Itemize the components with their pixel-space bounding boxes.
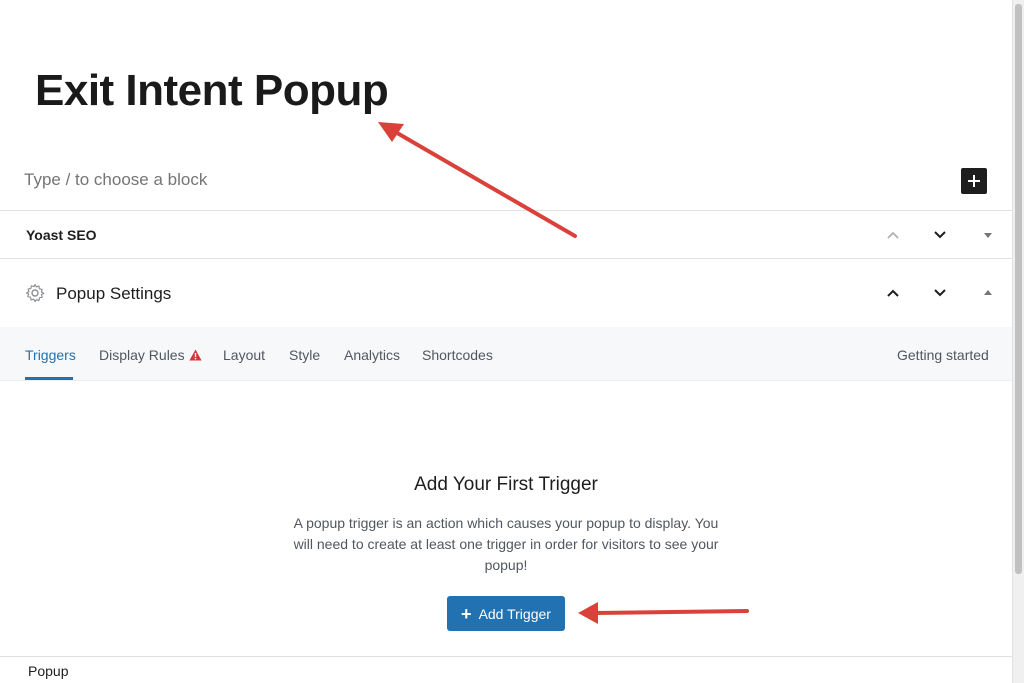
getting-started-link[interactable]: Getting started — [897, 347, 989, 363]
caret-up-icon — [984, 290, 992, 295]
post-title[interactable]: Exit Intent Popup — [35, 66, 389, 116]
tab-analytics[interactable]: Analytics — [344, 347, 400, 363]
toggle-panel-button-yoast[interactable] — [977, 224, 999, 246]
add-trigger-label: Add Trigger — [478, 605, 551, 622]
editor-footer: Popup — [0, 656, 1012, 683]
caret-down-icon — [984, 233, 992, 238]
move-up-button-yoast[interactable] — [882, 224, 904, 246]
move-down-button-yoast[interactable] — [929, 224, 951, 246]
block-appender[interactable]: Type / to choose a block — [24, 170, 207, 190]
chevron-down-icon — [934, 289, 946, 297]
toggle-panel-button-popup[interactable] — [977, 282, 999, 304]
move-down-button-popup[interactable] — [929, 282, 951, 304]
breadcrumb-popup[interactable]: Popup — [28, 663, 68, 679]
metabox-title-yoast[interactable]: Yoast SEO — [26, 227, 97, 243]
block-inserter-button[interactable] — [961, 168, 987, 194]
warning-icon — [188, 349, 202, 361]
arrow-to-add-trigger — [578, 602, 749, 624]
tab-triggers[interactable]: Triggers — [25, 347, 76, 363]
gear-icon — [25, 283, 45, 303]
chevron-up-icon — [887, 289, 899, 297]
vertical-scrollbar[interactable] — [1012, 0, 1024, 683]
metabox-title-popup-settings[interactable]: Popup Settings — [56, 284, 171, 304]
empty-state-title: Add Your First Trigger — [414, 474, 598, 495]
plus-icon — [968, 175, 980, 187]
scrollbar-thumb[interactable] — [1015, 4, 1022, 574]
active-tab-indicator — [25, 377, 73, 380]
metabox-popup-settings: Popup Settings — [0, 259, 1012, 327]
empty-state-description: A popup trigger is an action which cause… — [293, 515, 719, 573]
tab-layout[interactable]: Layout — [223, 347, 265, 363]
tab-shortcodes[interactable]: Shortcodes — [422, 347, 493, 363]
metabox-yoast-seo: Yoast SEO — [0, 210, 1012, 259]
block-editor: Exit Intent Popup Type / to choose a blo… — [0, 0, 1012, 683]
tab-style[interactable]: Style — [289, 347, 320, 363]
chevron-down-icon — [934, 231, 946, 239]
add-trigger-button[interactable]: + Add Trigger — [447, 596, 565, 631]
tab-display-rules[interactable]: Display Rules — [99, 347, 202, 363]
move-up-button-popup[interactable] — [882, 282, 904, 304]
plus-icon: + — [461, 603, 472, 624]
popup-settings-tabs: Triggers Display Rules Layout Style Anal… — [0, 327, 1012, 381]
tab-label-display-rules: Display Rules — [99, 347, 185, 363]
chevron-up-icon — [887, 231, 899, 239]
